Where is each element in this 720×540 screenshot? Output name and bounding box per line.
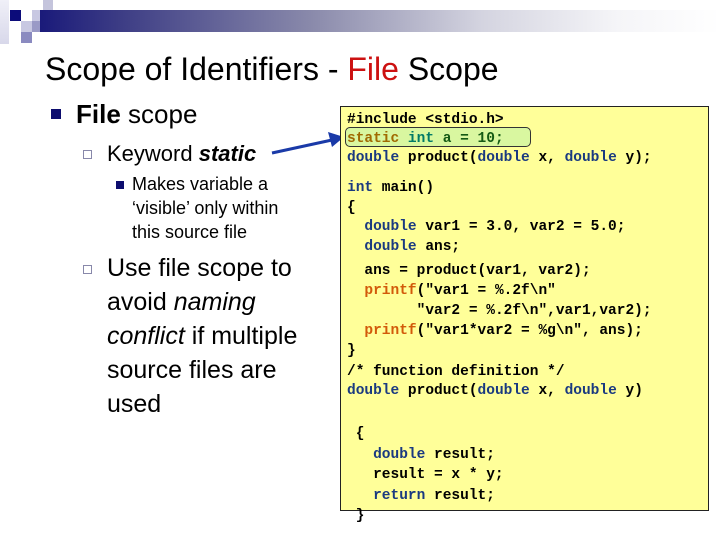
code-kw: double xyxy=(364,238,417,255)
code-listing-box: #include <stdio.h> static int a = 10; do… xyxy=(340,106,709,524)
title-accent: File xyxy=(347,51,399,87)
code-static-kw: static xyxy=(347,131,400,147)
code-block-def-body: { double result; result = x * y; return … xyxy=(347,424,504,527)
arrow-right-icon xyxy=(271,132,344,155)
code-comment: /* function definition */ xyxy=(347,364,565,380)
code-text: product( xyxy=(399,383,478,399)
code-kw: double xyxy=(477,150,530,166)
code-block: #include <stdio.h> static int a = 10; do… xyxy=(347,111,652,168)
code-kw: double xyxy=(364,219,417,236)
code-kw: double xyxy=(477,383,530,399)
small-filled-square-bullet-icon xyxy=(116,181,124,189)
bullet-text: avoid xyxy=(107,288,174,316)
bullet-line: used xyxy=(107,390,162,418)
bullet-text: scope xyxy=(120,99,198,129)
filled-square-bullet-icon xyxy=(51,109,61,119)
code-text: product( xyxy=(399,150,478,166)
code-text: { xyxy=(355,426,365,442)
logo-square xyxy=(10,10,21,21)
code-fn: printf xyxy=(364,323,417,339)
bullet-use-file-scope: Use file scope to avoid naming conflict … xyxy=(107,251,297,421)
bullet-keyword-static: Keyword static xyxy=(107,141,256,167)
logo-square xyxy=(21,21,32,32)
hollow-square-bullet-icon xyxy=(83,150,92,159)
title-prefix: Scope of Identifiers - xyxy=(45,51,348,87)
bullet-text: Keyword xyxy=(107,141,199,166)
logo-square xyxy=(21,32,32,43)
code-text: ans = product(var1, var2); xyxy=(364,263,591,279)
logo-square xyxy=(0,0,9,44)
code-text: main() xyxy=(373,180,435,196)
bullet-italic: conflict xyxy=(107,322,185,350)
bullet-makes-visible: Makes variable a ‘visible’ only within t… xyxy=(132,172,278,244)
hollow-square-bullet-icon xyxy=(83,265,92,274)
bullet-emphasis: static xyxy=(198,141,257,166)
bullet-text: if multiple xyxy=(184,322,298,350)
code-text: "var2 = %.2f\n",var1,var2); xyxy=(416,303,652,319)
code-static-rest: a = 10; xyxy=(434,131,504,147)
code-text: ("var1*var2 = %g\n", ans); xyxy=(416,323,643,339)
code-text: { xyxy=(347,199,356,216)
bullet-line: ‘visible’ only within xyxy=(132,198,279,218)
title-suffix: Scope xyxy=(398,51,499,87)
logo-square xyxy=(43,0,53,10)
bullet-line: Use file scope to xyxy=(107,254,292,282)
code-text: result; xyxy=(425,446,495,463)
code-text: result = x * y; xyxy=(373,467,504,483)
header-gradient-bar xyxy=(40,10,720,32)
code-block-main: int main() { double var1 = 3.0, var2 = 5… xyxy=(347,179,625,257)
code-text: y) xyxy=(616,383,643,399)
code-kw: int xyxy=(347,180,374,196)
code-int-kw: int xyxy=(407,131,435,147)
code-text: } xyxy=(355,508,365,524)
bullet-line: source files are xyxy=(107,356,277,384)
code-text: x, xyxy=(529,383,565,399)
bullet-bold: File xyxy=(76,99,121,129)
code-text: x, xyxy=(529,150,565,166)
code-block-def: /* function definition */ double product… xyxy=(347,363,643,401)
code-kw: double xyxy=(564,383,617,399)
slide-title: Scope of Identifiers - File Scope xyxy=(45,50,499,88)
code-text: y); xyxy=(616,150,652,166)
code-block-body: ans = product(var1, var2); printf("var1 … xyxy=(347,261,652,361)
code-kw: double xyxy=(564,150,617,166)
bullet-line: this source file xyxy=(132,222,248,242)
code-text: ("var1 = %.2f\n" xyxy=(416,283,556,299)
code-include: #include <stdio.h> xyxy=(347,112,504,128)
bullet-line: Makes variable a xyxy=(132,174,269,194)
bullet-italic: naming xyxy=(173,288,256,316)
bullet-file-scope: File scope xyxy=(76,99,197,129)
code-text: ans; xyxy=(416,238,461,255)
code-kw: double xyxy=(347,383,400,399)
code-text: } xyxy=(347,343,356,359)
code-text: result; xyxy=(425,487,495,504)
code-kw: double xyxy=(347,150,400,166)
code-kw: return xyxy=(373,487,426,504)
code-text: var1 = 3.0, var2 = 5.0; xyxy=(416,219,626,236)
code-kw: double xyxy=(373,446,426,463)
code-fn: printf xyxy=(364,283,417,299)
